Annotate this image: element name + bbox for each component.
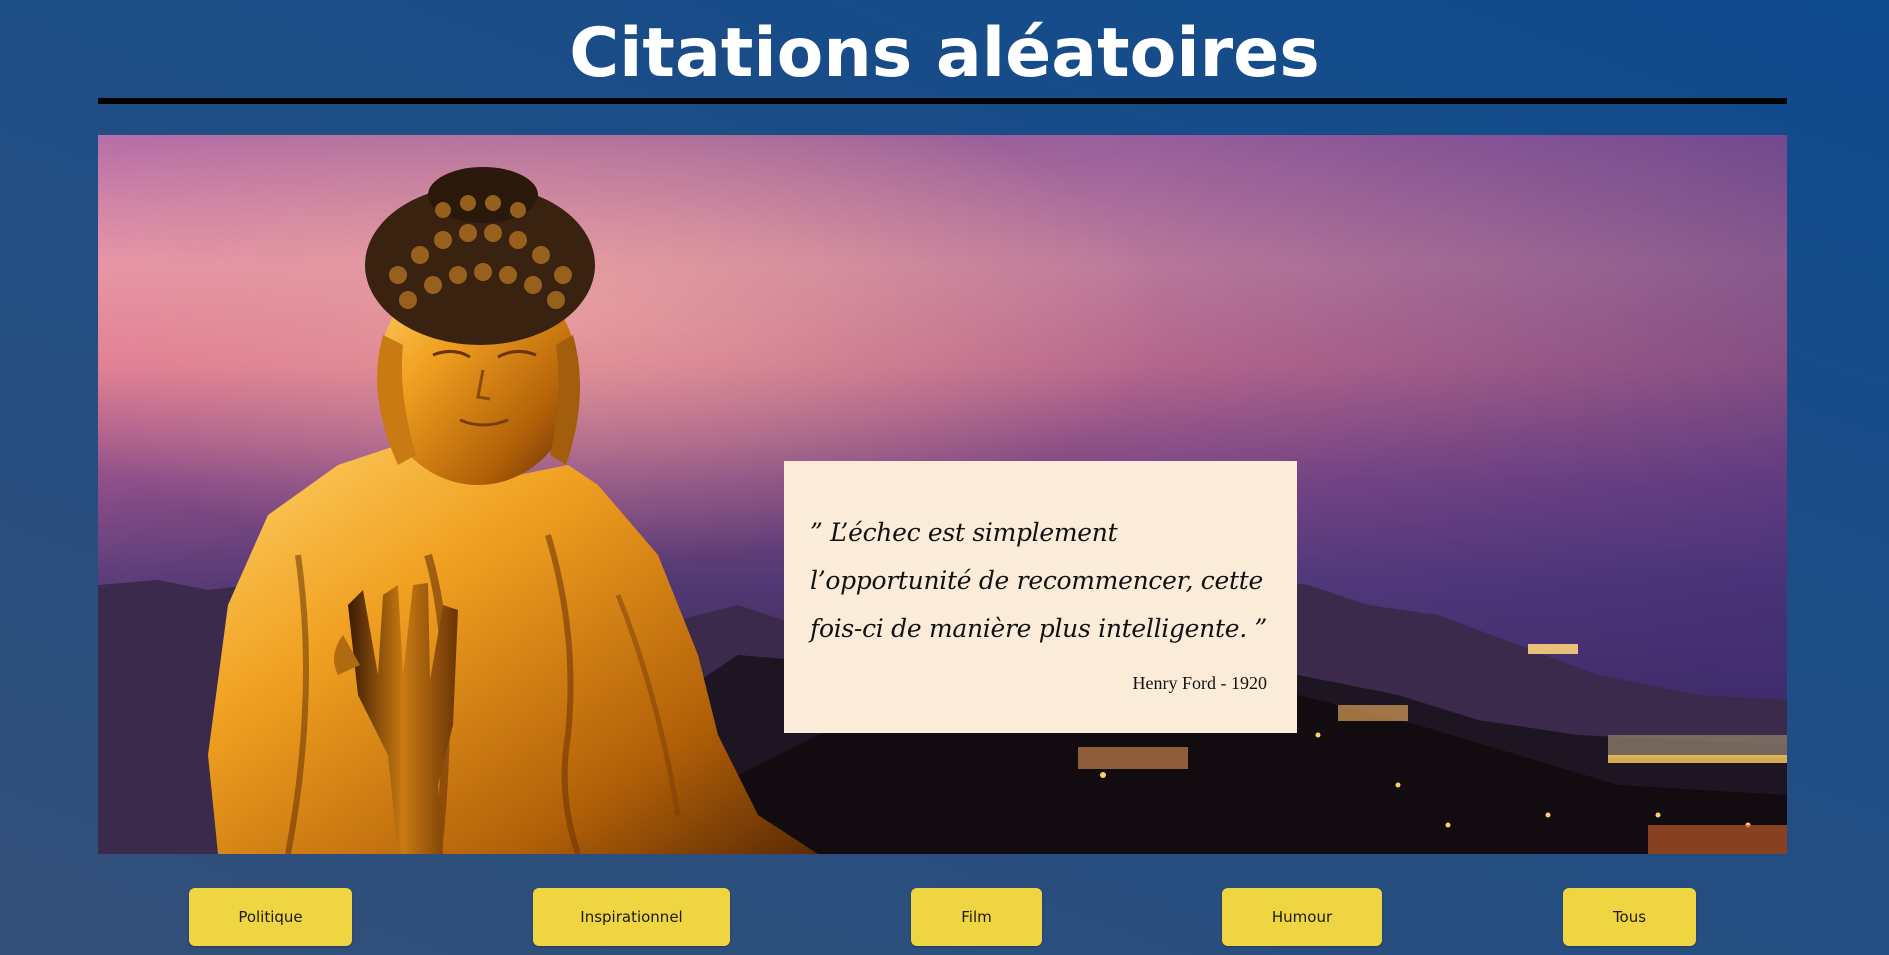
quote-author: Henry Ford - 1920 <box>1132 673 1267 693</box>
hero-image: ” L’échec est simplement l’opportunité d… <box>98 135 1787 854</box>
category-button-inspirationnel[interactable]: Inspirationnel <box>533 888 730 946</box>
page-title: Citations aléatoires <box>569 14 1320 93</box>
category-button-tous[interactable]: Tous <box>1563 888 1696 946</box>
category-button-humour[interactable]: Humour <box>1222 888 1382 946</box>
title-divider <box>98 98 1787 104</box>
quote-text: ” L’échec est simplement l’opportunité d… <box>810 518 1267 643</box>
quote-card: ” L’échec est simplement l’opportunité d… <box>784 461 1297 733</box>
category-buttons: Politique Inspirationnel Film Humour Tou… <box>0 888 1889 946</box>
category-button-film[interactable]: Film <box>911 888 1042 946</box>
category-button-politique[interactable]: Politique <box>189 888 352 946</box>
